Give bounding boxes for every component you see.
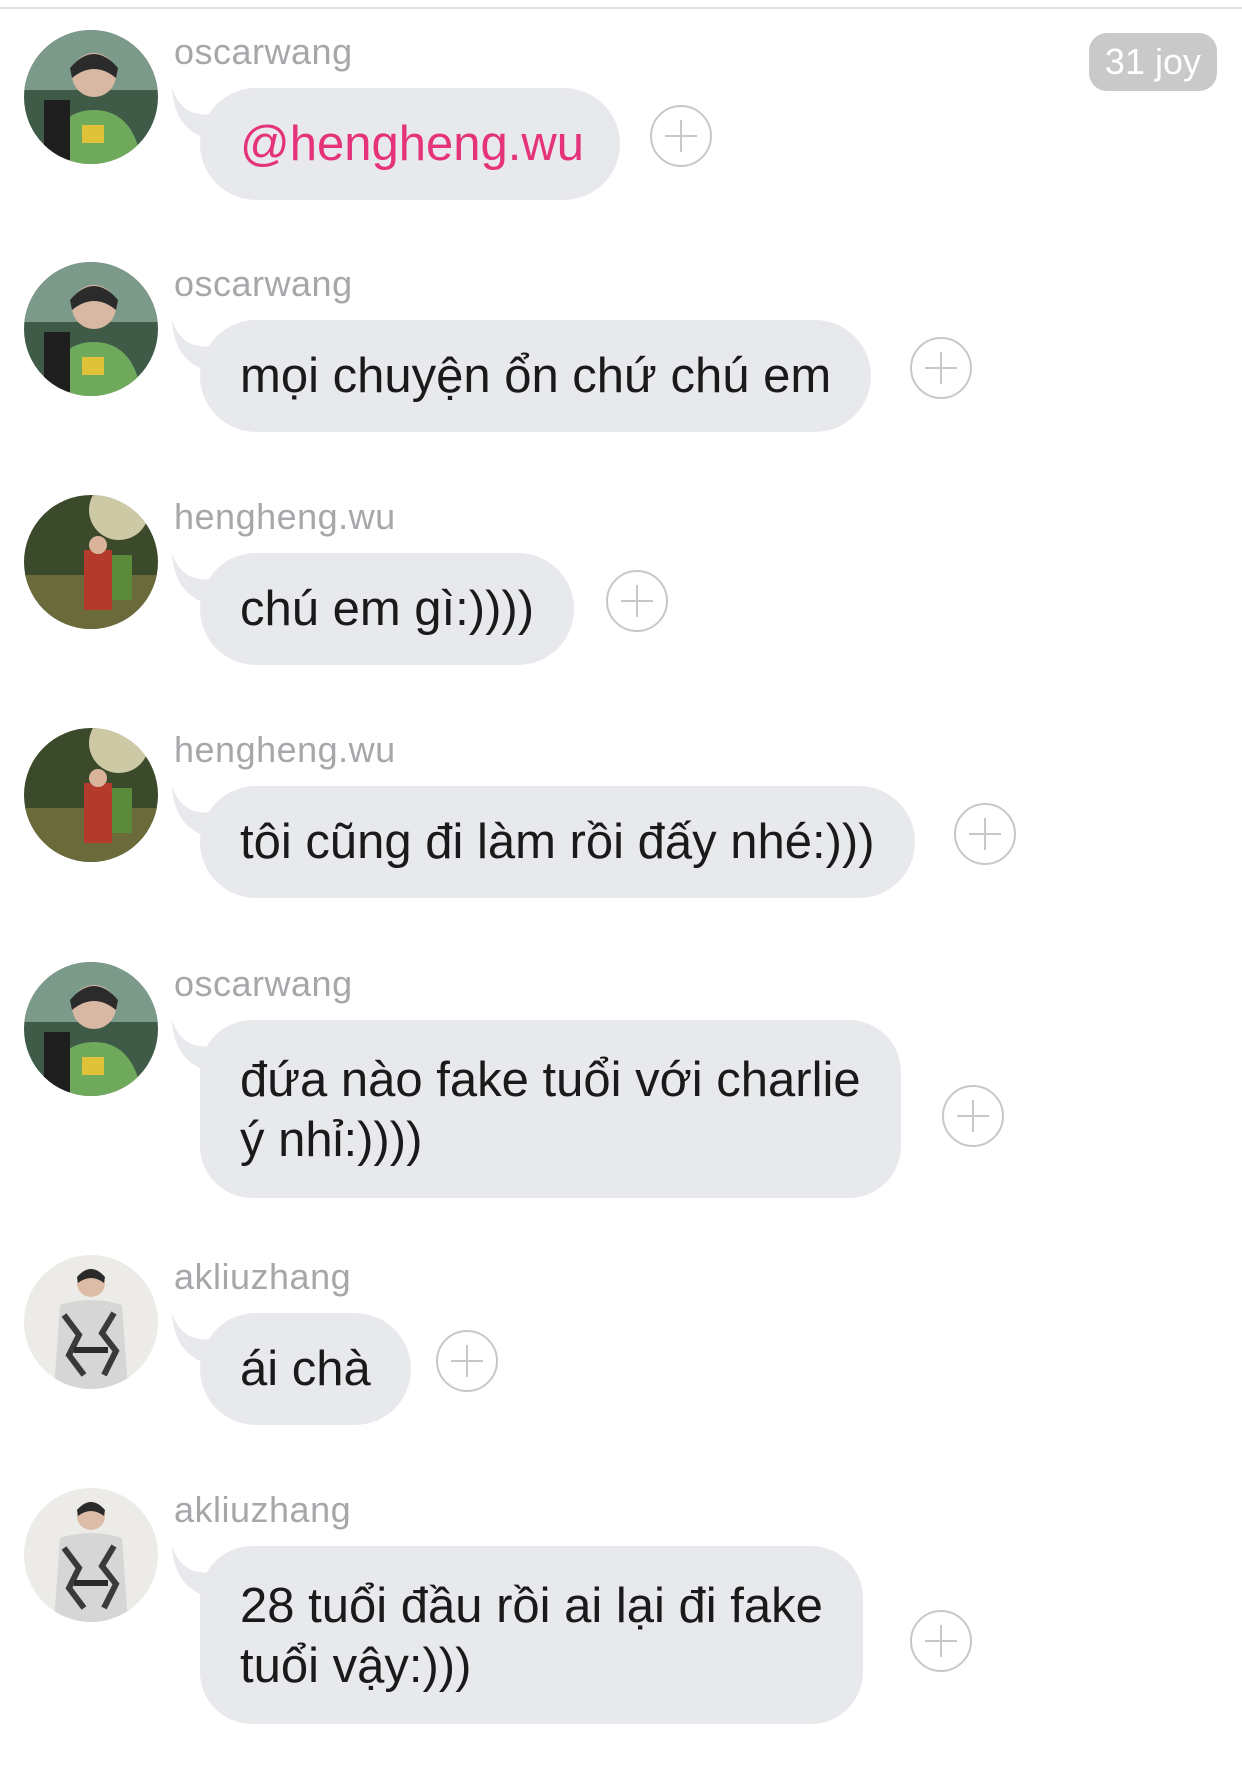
- akliuzhang-avatar[interactable]: [24, 1255, 158, 1389]
- mention-link[interactable]: @hengheng.wu: [240, 117, 584, 171]
- top-divider: [0, 7, 1242, 9]
- message-username[interactable]: akliuzhang: [174, 1490, 351, 1530]
- hengheng-avatar[interactable]: [24, 495, 158, 629]
- oscarwang-avatar[interactable]: [24, 262, 158, 396]
- oscarwang-avatar[interactable]: [24, 962, 158, 1096]
- message-line: đứa nào fake tuổi với charlie: [240, 1053, 861, 1107]
- plus-circle-icon[interactable]: [910, 337, 972, 399]
- plus-circle-icon[interactable]: [436, 1330, 498, 1392]
- message-line: tuổi vậy:))): [240, 1639, 472, 1693]
- akliuzhang-avatar[interactable]: [24, 1488, 158, 1622]
- message-bubble[interactable]: chú em gì:)))): [200, 553, 575, 665]
- plus-circle-icon[interactable]: [650, 105, 712, 167]
- plus-circle-icon[interactable]: [954, 803, 1016, 865]
- message-bubble[interactable]: đứa nào fake tuổi với charlie ý nhỉ:)))): [200, 1020, 901, 1198]
- oscarwang-avatar[interactable]: [24, 30, 158, 164]
- message-bubble[interactable]: mọi chuyện ổn chứ chú em: [200, 320, 872, 432]
- message-bubble[interactable]: @hengheng.wu: [200, 88, 621, 200]
- message-bubble[interactable]: 28 tuổi đầu rồi ai lại đi fake tuổi vậy:…: [200, 1546, 863, 1724]
- message-username[interactable]: hengheng.wu: [174, 730, 396, 770]
- joy-count-badge[interactable]: 31 joy: [1088, 33, 1217, 91]
- message-username[interactable]: oscarwang: [174, 32, 353, 72]
- message-username[interactable]: akliuzhang: [174, 1257, 351, 1297]
- plus-circle-icon[interactable]: [910, 1610, 972, 1672]
- message-line: 28 tuổi đầu rồi ai lại đi fake: [240, 1579, 823, 1633]
- hengheng-avatar[interactable]: [24, 728, 158, 862]
- message-username[interactable]: hengheng.wu: [174, 497, 396, 537]
- message-bubble[interactable]: tôi cũng đi làm rồi đấy nhé:))): [200, 786, 915, 898]
- message-username[interactable]: oscarwang: [174, 264, 353, 304]
- message-bubble[interactable]: ái chà: [200, 1313, 411, 1425]
- message-username[interactable]: oscarwang: [174, 964, 353, 1004]
- plus-circle-icon[interactable]: [606, 570, 668, 632]
- message-line: ý nhỉ:)))): [240, 1113, 423, 1167]
- plus-circle-icon[interactable]: [942, 1085, 1004, 1147]
